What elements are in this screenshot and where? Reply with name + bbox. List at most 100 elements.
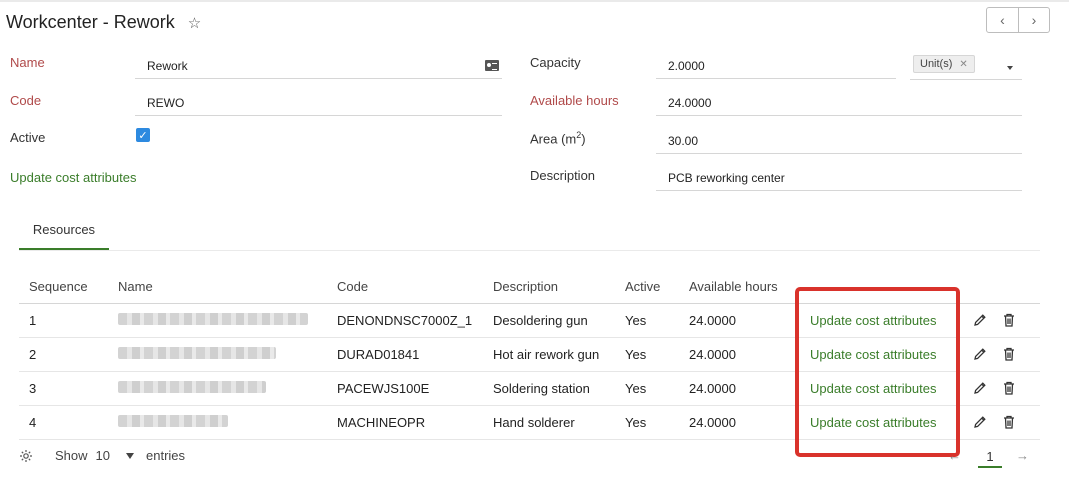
tab-resources[interactable]: Resources <box>19 212 109 250</box>
pencil-icon[interactable] <box>973 347 987 361</box>
unit-tag-label: Unit(s) <box>920 58 953 70</box>
cell-name-redacted <box>108 405 327 440</box>
page-size-select[interactable]: 10 <box>96 448 110 463</box>
check-icon: ✓ <box>138 129 148 142</box>
tab-divider <box>19 250 1040 251</box>
cell-active: Yes <box>615 337 679 372</box>
table-row[interactable]: 1 DENONDNSC7000Z_1 Desoldering gun Yes 2… <box>19 303 1040 338</box>
header-name[interactable]: Name <box>108 270 327 304</box>
header-sequence[interactable]: Sequence <box>19 270 108 304</box>
description-value: PCB reworking center <box>668 171 785 185</box>
trash-icon[interactable] <box>1003 313 1015 327</box>
table-row[interactable]: 4 MACHINEOPR Hand solderer Yes 24.0000 U… <box>19 405 1040 440</box>
area-label-close: ) <box>581 131 586 147</box>
table-footer: Show 10 entries <box>19 448 185 463</box>
pencil-icon[interactable] <box>973 313 987 327</box>
cell-active: Yes <box>615 405 679 440</box>
star-icon[interactable]: ☆ <box>188 14 201 32</box>
header-description[interactable]: Description <box>483 270 615 304</box>
remove-tag-icon[interactable]: ✕ <box>959 59 967 70</box>
page-title: Workcenter - Rework ☆ <box>6 12 201 33</box>
update-cost-attributes-link[interactable]: Update cost attributes <box>800 337 963 372</box>
cell-description: Desoldering gun <box>483 303 615 338</box>
header-row-actions <box>963 270 1040 304</box>
cell-code: MACHINEOPR <box>327 405 483 440</box>
available-hours-label: Available hours <box>530 93 619 108</box>
cell-active: Yes <box>615 371 679 406</box>
gear-icon[interactable] <box>19 449 33 463</box>
caret-down-icon[interactable] <box>126 452 134 459</box>
area-label: Area (m2) <box>530 130 586 146</box>
name-value: Rework <box>147 59 188 73</box>
row-actions <box>963 337 1040 372</box>
name-label: Name <box>10 55 45 70</box>
cell-description: Hand solderer <box>483 405 615 440</box>
chevron-right-icon[interactable]: › <box>1018 8 1049 32</box>
cell-name-redacted <box>108 337 327 372</box>
cell-available-hours: 24.0000 <box>679 405 800 440</box>
table-row[interactable]: 3 PACEWJS100E Soldering station Yes 24.0… <box>19 371 1040 406</box>
capacity-label: Capacity <box>530 55 581 70</box>
available-hours-field[interactable]: 24.0000 <box>656 90 1022 116</box>
cell-available-hours: 24.0000 <box>679 337 800 372</box>
chevron-left-icon[interactable]: ‹ <box>987 8 1018 32</box>
description-field[interactable]: PCB reworking center <box>656 165 1022 191</box>
top-border <box>0 0 1069 2</box>
show-label: Show <box>55 448 88 463</box>
cell-active: Yes <box>615 303 679 338</box>
row-actions <box>963 303 1040 338</box>
code-field[interactable]: REWO <box>135 90 502 116</box>
trash-icon[interactable] <box>1003 347 1015 361</box>
header-code[interactable]: Code <box>327 270 483 304</box>
pencil-icon[interactable] <box>973 381 987 395</box>
header-available-hours[interactable]: Available hours <box>679 270 800 304</box>
pencil-icon[interactable] <box>973 415 987 429</box>
arrow-left-icon[interactable]: ← <box>948 448 961 463</box>
cell-code: PACEWJS100E <box>327 371 483 406</box>
arrow-right-icon[interactable]: → <box>1016 448 1029 463</box>
entries-label: entries <box>146 448 186 463</box>
trash-icon[interactable] <box>1003 381 1015 395</box>
cell-description: Soldering station <box>483 371 615 406</box>
active-label: Active <box>10 130 46 145</box>
active-checkbox[interactable]: ✓ <box>136 128 150 142</box>
trash-icon[interactable] <box>1003 415 1015 429</box>
code-label: Code <box>10 93 42 108</box>
cell-name-redacted <box>108 371 327 406</box>
cell-sequence: 4 <box>19 405 108 440</box>
name-field[interactable]: Rework <box>135 53 502 79</box>
cell-code: DENONDNSC7000Z_1 <box>327 303 483 338</box>
available-hours-value: 24.0000 <box>668 96 712 110</box>
capacity-value: 2.0000 <box>668 59 705 73</box>
cell-name-redacted <box>108 303 327 338</box>
unit-select[interactable]: Unit(s) ✕ <box>910 52 1022 80</box>
header-active[interactable]: Active <box>615 270 679 304</box>
update-cost-attributes-link[interactable]: Update cost attributes <box>800 303 963 338</box>
cell-sequence: 3 <box>19 371 108 406</box>
row-actions <box>963 371 1040 406</box>
area-field[interactable]: 30.00 <box>656 128 1022 154</box>
unit-tag: Unit(s) ✕ <box>913 55 975 73</box>
cell-description: Hot air rework gun <box>483 337 615 372</box>
update-cost-attributes-link[interactable]: Update cost attributes <box>800 405 963 440</box>
id-card-icon[interactable] <box>485 60 499 71</box>
update-cost-attributes-link[interactable]: Update cost attributes <box>10 170 136 185</box>
pagination-current-page[interactable]: 1 <box>978 446 1002 468</box>
description-label: Description <box>530 168 596 183</box>
record-navigation: ‹ › <box>986 7 1050 33</box>
caret-down-icon[interactable] <box>1007 66 1013 70</box>
page-title-text: Workcenter - Rework <box>6 12 175 32</box>
capacity-field[interactable]: 2.0000 <box>656 53 896 79</box>
table-header-row: Sequence Name Code Description Active Av… <box>19 270 1040 304</box>
cell-code: DURAD01841 <box>327 337 483 372</box>
area-label-text: Area (m <box>530 131 577 147</box>
update-cost-attributes-link[interactable]: Update cost attributes <box>800 371 963 406</box>
cell-available-hours: 24.0000 <box>679 371 800 406</box>
resources-table: Sequence Name Code Description Active Av… <box>19 270 1040 440</box>
table-row[interactable]: 2 DURAD01841 Hot air rework gun Yes 24.0… <box>19 337 1040 372</box>
code-value: REWO <box>147 96 185 110</box>
header-actions <box>800 270 963 304</box>
cell-sequence: 2 <box>19 337 108 372</box>
area-value: 30.00 <box>668 134 699 148</box>
cell-available-hours: 24.0000 <box>679 303 800 338</box>
